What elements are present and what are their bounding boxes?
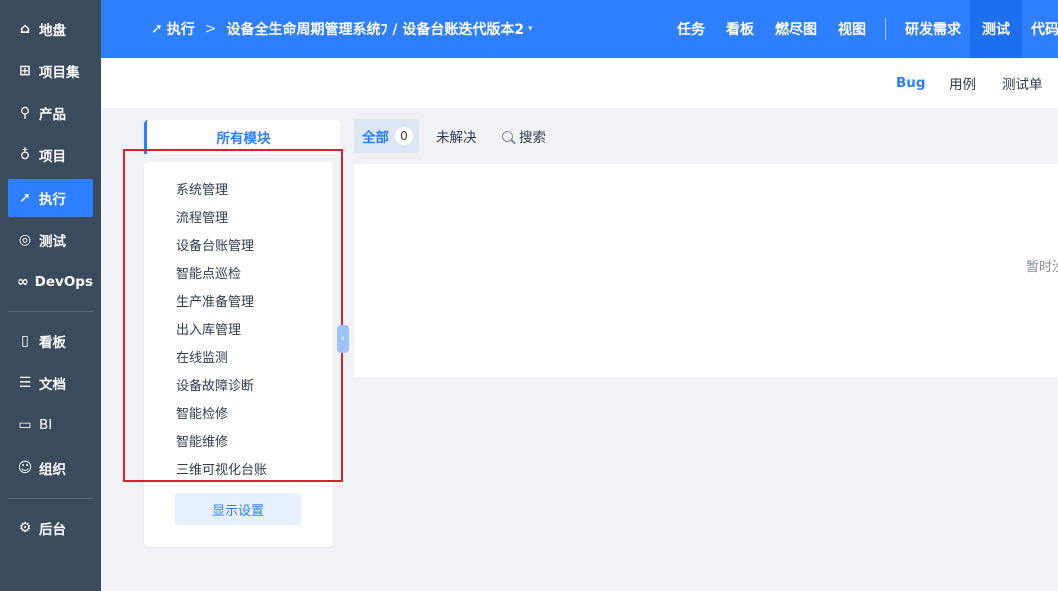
nav-item-label: 地盘 — [39, 23, 66, 39]
module-item[interactable]: 智能点巡检 — [176, 258, 241, 286]
left-nav: ⌂ 地盘 ⊞ 项目集 ⚲ 产品 ♁ 项目 ➚ 执行 ◎ 测试 ∞ DevOps … — [0, 0, 101, 591]
module-item[interactable]: 生产准备管理 — [176, 286, 254, 314]
breadcrumb-root[interactable]: 执行 — [167, 19, 195, 39]
search-icon — [502, 130, 513, 142]
tab-divider — [885, 18, 886, 40]
product-icon: ⚲ — [19, 105, 31, 121]
nav-item-admin[interactable]: ⚙ 后台 — [8, 509, 93, 547]
tab-burndown[interactable]: 燃尽图 — [754, 0, 817, 58]
tab-task[interactable]: 任务 — [677, 0, 705, 58]
module-item[interactable]: 三维可视化台账 — [176, 454, 267, 482]
chevron-left-icon: ‹ — [341, 334, 345, 344]
module-panel: 系统管理 流程管理 设备台账管理 智能点巡检 生产准备管理 出入库管理 在线监测… — [144, 162, 333, 547]
nav-item-label: 后台 — [39, 522, 66, 538]
filter-unresolved-tab[interactable]: 未解决 — [436, 119, 477, 153]
breadcrumb-execution-switcher[interactable]: 设备全生命周期管理系统ﾌ / 设备台账迭代版本2 — [226, 19, 524, 39]
top-nav: 任务 看板 燃尽图 视图 研发需求 测试 代码 — [677, 0, 1058, 58]
chevron-right-icon: > — [204, 21, 217, 37]
nav-item-label: 执行 — [39, 192, 66, 208]
breadcrumb: ➚ 执行 > 设备全生命周期管理系统ﾌ / 设备台账迭代版本2 ▾ — [151, 0, 533, 58]
search-label: 搜索 — [519, 130, 546, 146]
nav-item-project[interactable]: ♁ 项目 — [8, 136, 93, 174]
empty-state-text: 暂时沒 — [1026, 260, 1058, 275]
kanban-icon: ▯ — [21, 333, 29, 349]
module-item[interactable]: 设备台账管理 — [176, 230, 254, 258]
grid-icon: ⊞ — [19, 63, 31, 79]
nav-divider — [8, 498, 93, 499]
collapse-sidebar-handle[interactable]: ‹ — [337, 325, 349, 353]
execution-icon: ➚ — [151, 21, 163, 37]
nav-item-org[interactable]: ☺ 组织 — [8, 449, 93, 487]
nav-item-label: 文档 — [39, 377, 66, 393]
nav-item-label: 产品 — [39, 107, 66, 123]
subtab-case[interactable]: 用例 — [949, 58, 976, 108]
filter-all-count-badge: 0 — [395, 127, 413, 145]
subtab-bug[interactable]: Bug — [896, 58, 926, 108]
filter-all-label: 全部 — [362, 130, 389, 146]
module-item[interactable]: 设备故障诊断 — [176, 370, 254, 398]
top-header: ➚ 执行 > 设备全生命周期管理系统ﾌ / 设备台账迭代版本2 ▾ 任务 看板 … — [101, 0, 1058, 58]
home-icon: ⌂ — [19, 21, 31, 37]
nav-item-label: 项目集 — [39, 65, 80, 81]
project-icon: ♁ — [19, 147, 31, 163]
nav-item-test[interactable]: ◎ 测试 — [8, 221, 93, 259]
module-item[interactable]: 智能检修 — [176, 398, 228, 426]
nav-item-program[interactable]: ⊞ 项目集 — [8, 52, 93, 90]
display-settings-button[interactable]: 显示设置 — [175, 493, 301, 525]
module-item[interactable]: 出入库管理 — [176, 314, 241, 342]
doc-icon: ☰ — [18, 375, 32, 391]
tab-view[interactable]: 视图 — [817, 0, 866, 58]
nav-item-kanban[interactable]: ▯ 看板 — [8, 322, 93, 360]
tab-story[interactable]: 研发需求 — [905, 0, 961, 58]
nav-item-label: BI — [39, 417, 53, 433]
nav-item-devops[interactable]: ∞ DevOps — [8, 263, 93, 301]
module-item[interactable]: 流程管理 — [176, 202, 228, 230]
filter-all-tab[interactable]: 全部 0 — [354, 119, 419, 153]
nav-divider — [8, 311, 93, 312]
tab-code[interactable]: 代码 — [1022, 0, 1058, 58]
devops-icon: ∞ — [16, 274, 29, 290]
nav-item-home[interactable]: ⌂ 地盘 — [8, 10, 93, 48]
subtab-testtask[interactable]: 测试单 — [1002, 58, 1043, 108]
bi-icon: ▭ — [18, 417, 32, 433]
nav-item-label: 组织 — [39, 462, 66, 478]
gear-icon: ⚙ — [18, 520, 32, 536]
sub-header: Bug 用例 测试单 — [101, 58, 1058, 108]
nav-item-execution[interactable]: ➚ 执行 — [8, 179, 93, 217]
search-toggle[interactable]: 搜索 — [502, 119, 546, 153]
org-icon: ☺ — [17, 460, 33, 476]
nav-item-doc[interactable]: ☰ 文档 — [8, 364, 93, 402]
module-item[interactable]: 智能维修 — [176, 426, 228, 454]
tab-test[interactable]: 测试 — [970, 0, 1022, 58]
tab-kanban[interactable]: 看板 — [705, 0, 754, 58]
module-item[interactable]: 系统管理 — [176, 174, 228, 202]
test-icon: ◎ — [18, 232, 32, 248]
module-item[interactable]: 在线监测 — [176, 342, 228, 370]
nav-item-label: DevOps — [34, 274, 93, 290]
nav-item-product[interactable]: ⚲ 产品 — [8, 94, 93, 132]
nav-item-label: 项目 — [39, 149, 66, 165]
nav-item-label: 看板 — [39, 335, 66, 351]
nav-item-label: 测试 — [39, 234, 66, 250]
module-tab-all[interactable]: 所有模块 — [144, 120, 340, 154]
nav-item-bi[interactable]: ▭ BI — [8, 406, 93, 444]
chevron-down-icon[interactable]: ▾ — [528, 24, 533, 34]
bug-list-area — [354, 164, 1058, 377]
execution-icon: ➚ — [19, 190, 31, 206]
